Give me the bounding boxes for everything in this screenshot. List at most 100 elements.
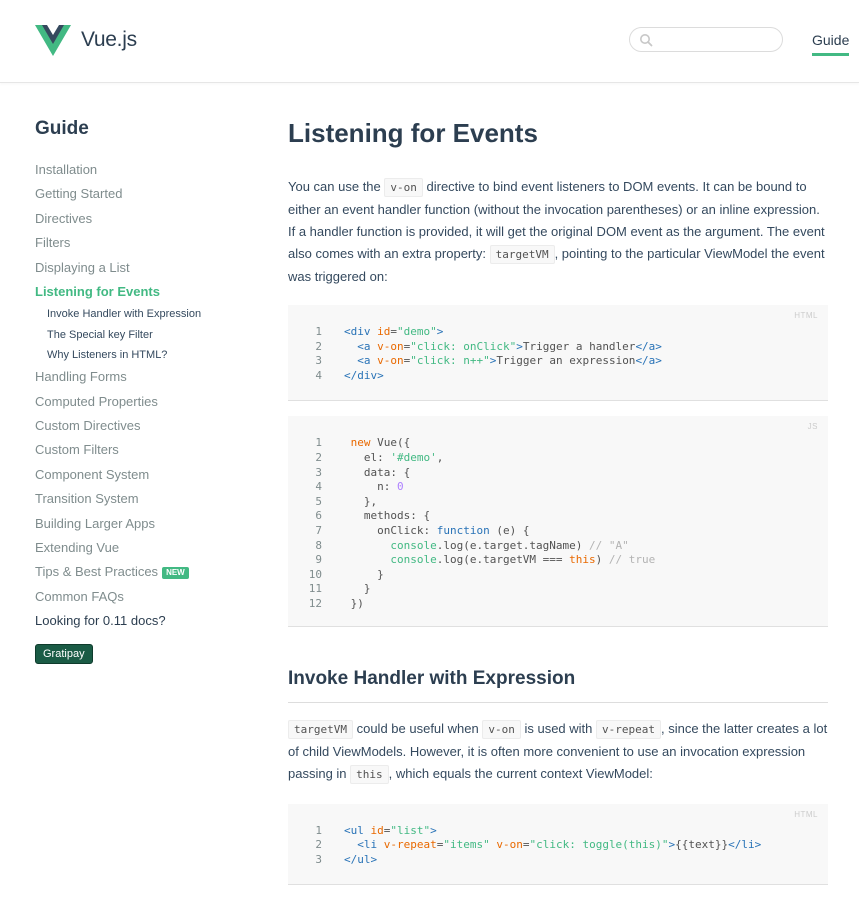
code-token: "list" — [390, 823, 431, 837]
sidebar-item-label: The Special key Filter — [47, 328, 153, 341]
code-lines: 1 <ul id="list"> 2 <li v-repeat="items" v-… — [288, 824, 828, 868]
sidebar-item-invoke-handler-with-expression[interactable]: Invoke Handler with Expression — [35, 304, 265, 324]
code-token: <a — [344, 339, 378, 353]
sidebar-item-listening-for-events[interactable]: Listening for Events — [35, 280, 265, 304]
line-number: 2 — [315, 339, 322, 353]
line-number: 3 — [315, 852, 322, 866]
code-line: 10 } — [288, 568, 828, 583]
code-token: '#demo' — [390, 450, 437, 464]
search-icon — [640, 34, 653, 47]
code-token: this — [569, 553, 596, 567]
sidebar-item-label: Filters — [35, 235, 71, 251]
sidebar-item-handling-forms[interactable]: Handling Forms — [35, 365, 265, 389]
sidebar-item-label: Custom Filters — [35, 442, 119, 458]
code-line: 1 new Vue({ — [288, 436, 828, 451]
sidebar-item-label: Extending Vue — [35, 539, 120, 555]
code-line: 3 data: { — [288, 466, 828, 481]
sidebar-item-filters[interactable]: Filters — [35, 231, 265, 255]
brand-name[interactable]: Vue.js — [81, 28, 137, 52]
code-line: 5 }, — [288, 495, 828, 510]
sidebar-item-transition-system[interactable]: Transition System — [35, 487, 265, 511]
code-token: v-repeat — [383, 838, 437, 852]
code-line: 8 console.log(e.target.tagName) // "A" — [288, 539, 828, 554]
code-token: } — [344, 582, 371, 596]
line-number: 5 — [315, 494, 322, 508]
gratipay-button[interactable]: Gratipay — [35, 643, 93, 664]
code-block-js-demo: JS 1 new Vue({2 el: '#demo', 3 data: {4 n… — [288, 416, 828, 627]
intro-paragraph: You can use the v-on directive to bind e… — [288, 176, 828, 288]
code-lines: 1 <div id="demo"> 2 <a v-on="click: onClic… — [288, 325, 828, 383]
code-token: .log(e.target.tagName) — [436, 538, 590, 552]
code-token: function — [436, 523, 490, 537]
code-line: 3 <a v-on="click: n++">Trigger an expres… — [288, 354, 828, 369]
sidebar-item-why-listeners-in-html[interactable]: Why Listeners in HTML? — [35, 345, 265, 365]
code-token: > — [516, 339, 523, 353]
code-token: n: — [344, 480, 397, 494]
sidebar-list: Installation Getting Started Directives Fil… — [35, 158, 265, 634]
code-token: v-on — [377, 339, 404, 353]
section2-text-2: is used with — [520, 720, 597, 736]
code-line: 7 onClick: function (e) { — [288, 524, 828, 539]
line-number: 2 — [315, 838, 322, 852]
sidebar-item-getting-started[interactable]: Getting Started — [35, 182, 265, 206]
code-line: 2 <li v-repeat="items" v-on="click: togg… — [288, 838, 828, 853]
code-lang-label: HTML — [794, 809, 818, 819]
line-number: 3 — [315, 354, 322, 368]
code-token: > — [430, 823, 437, 837]
code-token: {{text}} — [675, 838, 729, 852]
sidebar-item-looking-for-0-11-docs[interactable]: Looking for 0.11 docs? — [35, 609, 265, 633]
code-lang-label: JS — [807, 422, 818, 432]
code-token: v-on — [496, 838, 523, 852]
line-number: 11 — [308, 582, 322, 596]
search-input[interactable] — [658, 31, 780, 50]
code-line: 4 </div> — [288, 369, 828, 384]
section2-paragraph: targetVM could be useful when v-on is us… — [288, 718, 828, 786]
sidebar-item-displaying-a-list[interactable]: Displaying a List — [35, 256, 265, 280]
code-line: 11 } — [288, 582, 828, 597]
line-number: 6 — [315, 509, 322, 523]
sidebar-item-label: Handling Forms — [35, 369, 127, 385]
sidebar-item-the-special-key-filter[interactable]: The Special key Filter — [35, 325, 265, 345]
sidebar-item-label: Common FAQs — [35, 588, 124, 604]
code-line: 6 methods: { — [288, 509, 828, 524]
sidebar-item-label: Transition System — [35, 491, 139, 507]
sidebar-title: Guide — [35, 118, 89, 139]
code-token: .log(e.targetVM === — [436, 553, 570, 567]
vue-logo-icon[interactable] — [35, 25, 71, 59]
sidebar-item-common-faqs[interactable]: Common FAQs — [35, 585, 265, 609]
code-line: 1 <ul id="list"> — [288, 824, 828, 839]
sidebar-item-label: Listening for Events — [35, 283, 160, 299]
line-number: 12 — [308, 596, 322, 610]
inline-code-v-on: v-on — [384, 178, 423, 197]
sidebar-item-component-system[interactable]: Component System — [35, 463, 265, 487]
sidebar-item-directives[interactable]: Directives — [35, 207, 265, 231]
sidebar-item-label: Tips & Best Practices — [35, 564, 159, 580]
inline-code-v-repeat: v-repeat — [596, 719, 661, 739]
code-line: 2 <a v-on="click: onClick">Trigger a han… — [288, 340, 828, 355]
code-lines: 1 new Vue({2 el: '#demo', 3 data: {4 n: 0… — [288, 436, 828, 611]
sidebar-item-label: Computed Properties — [35, 393, 158, 409]
code-token: id — [370, 823, 384, 837]
sidebar-item-tips-best-practices[interactable]: Tips & Best Practices NEW — [35, 560, 265, 584]
intro-text-1: You can use the — [288, 179, 385, 194]
sidebar-item-building-larger-apps[interactable]: Building Larger Apps — [35, 512, 265, 536]
code-line: 3 </ul> — [288, 853, 828, 868]
sidebar-item-custom-filters[interactable]: Custom Filters — [35, 438, 265, 462]
search-box[interactable] — [629, 27, 783, 52]
sidebar-item-computed-properties[interactable]: Computed Properties — [35, 390, 265, 414]
sidebar-item-extending-vue[interactable]: Extending Vue — [35, 536, 265, 560]
nav-link-guide[interactable]: Guide — [812, 32, 850, 56]
sidebar-item-installation[interactable]: Installation — [35, 158, 265, 182]
code-token: "items" — [443, 838, 490, 852]
sidebar-item-custom-directives[interactable]: Custom Directives — [35, 414, 265, 438]
code-token: </a> — [635, 354, 662, 368]
code-token: "demo" — [397, 325, 437, 338]
code-token: </li> — [728, 838, 762, 852]
code-token: Trigger a handler — [522, 339, 636, 353]
inline-code-this: this — [350, 764, 389, 784]
sidebar-item-label: Getting Started — [35, 186, 123, 202]
top-header: Vue.js Guide — [0, 0, 859, 83]
sidebar-item-label: Custom Directives — [35, 418, 141, 434]
line-number: 4 — [315, 368, 322, 382]
code-token: "click: onClick" — [410, 339, 517, 353]
